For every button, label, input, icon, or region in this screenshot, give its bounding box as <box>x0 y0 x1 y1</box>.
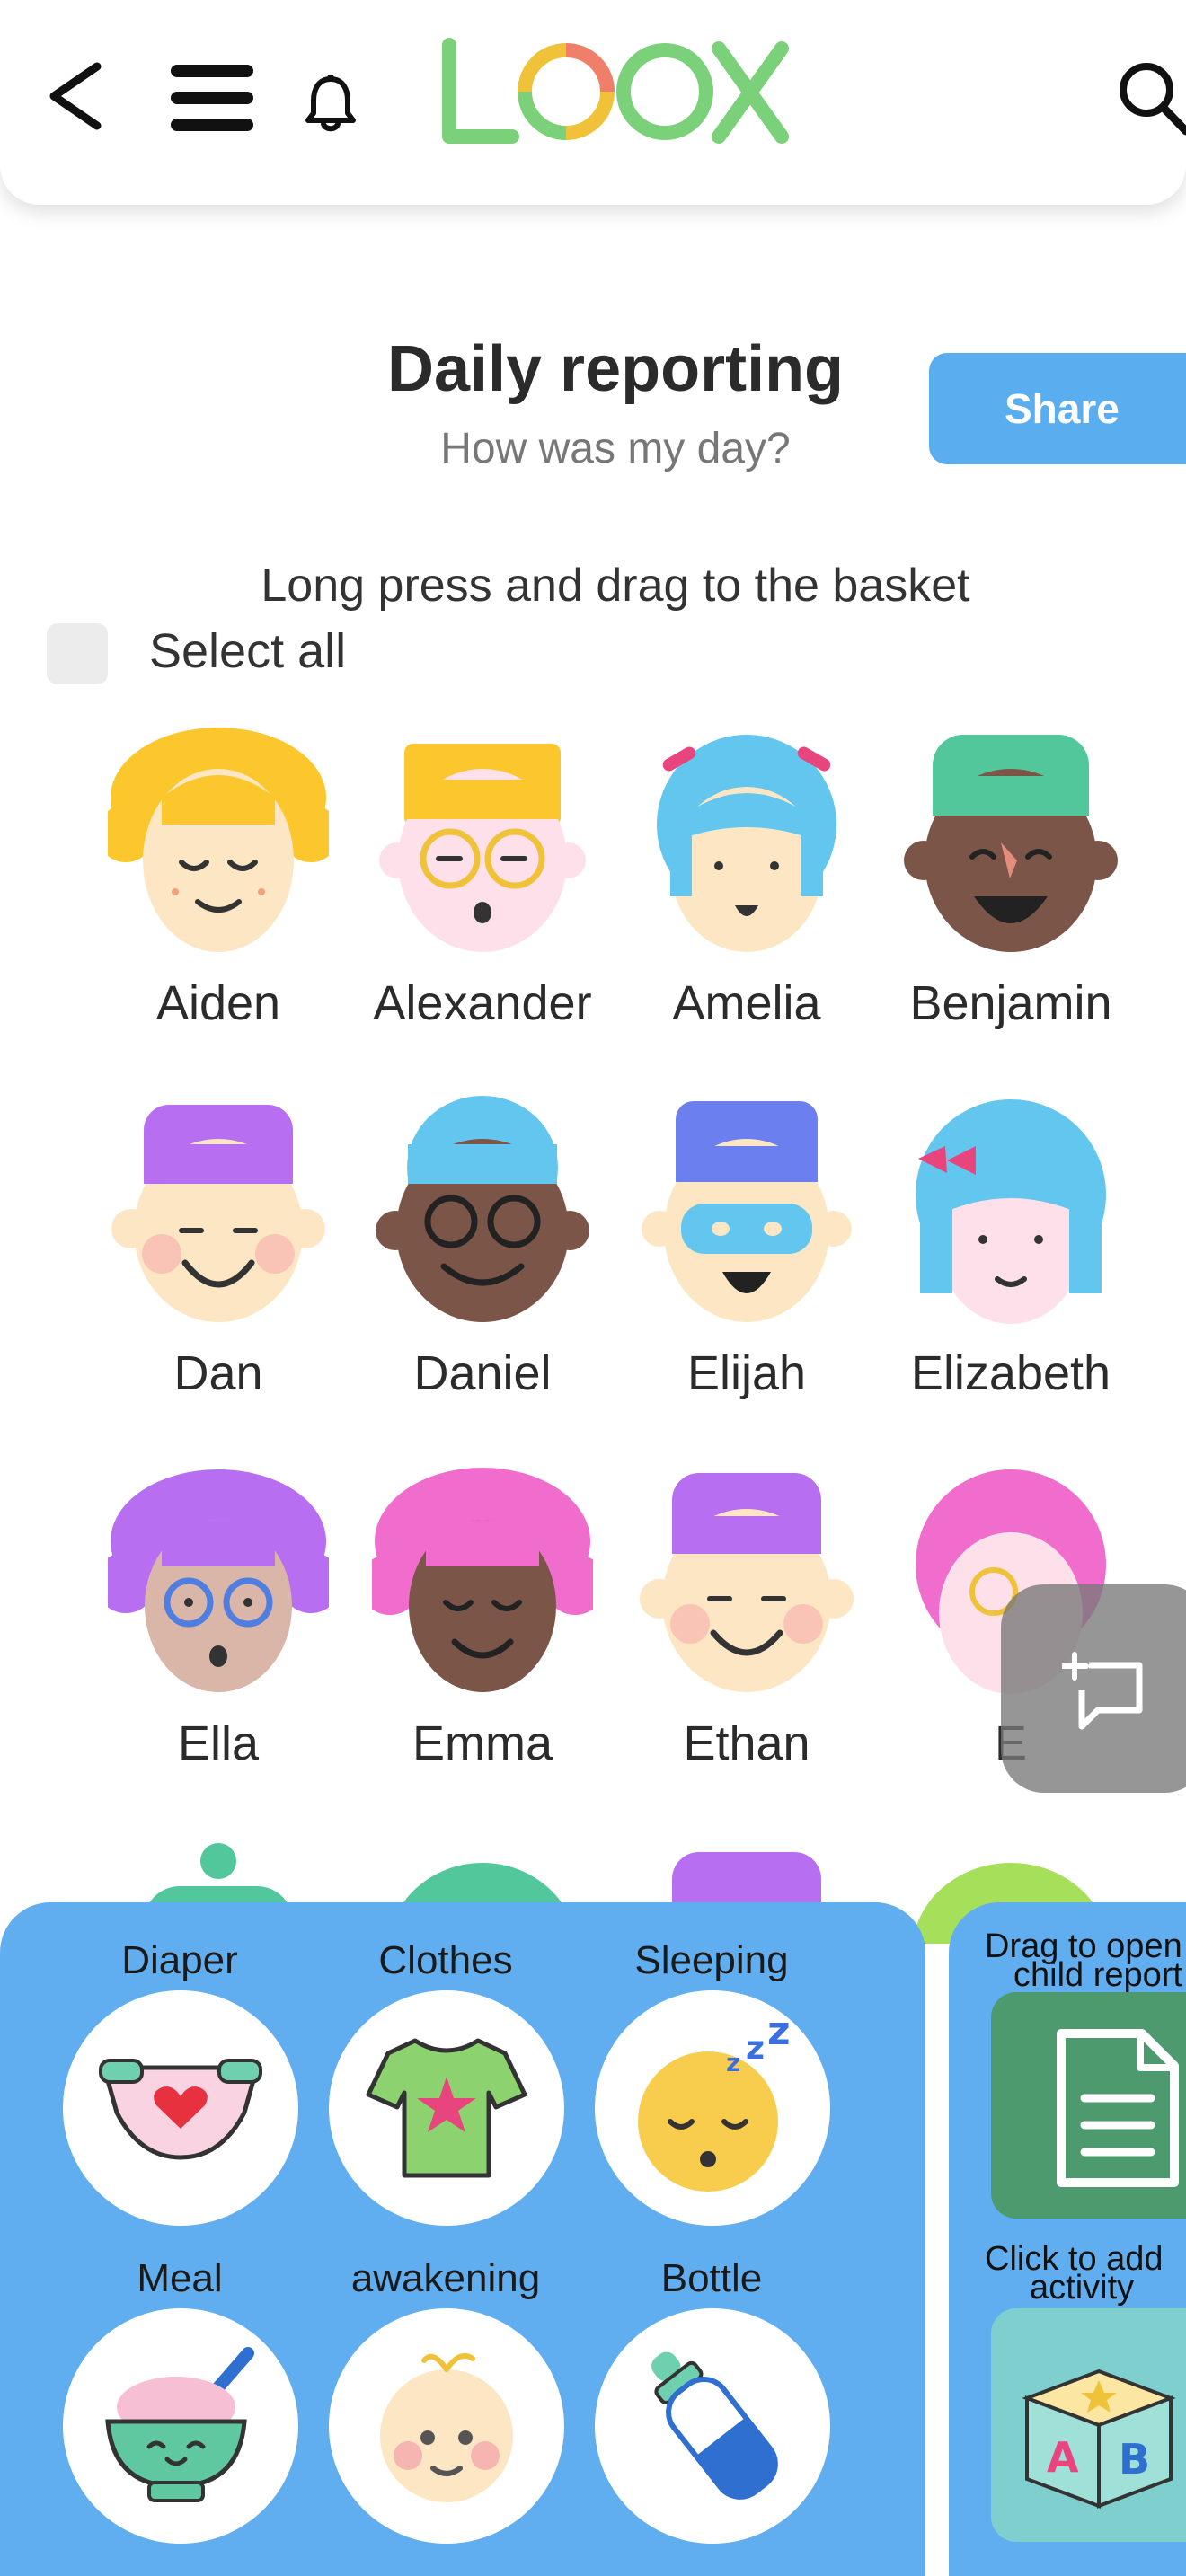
activity-sleeping[interactable]: z z z <box>595 1990 830 2226</box>
child-avatar <box>916 1099 1106 1324</box>
bell-icon[interactable] <box>302 74 359 133</box>
svg-text:A: A <box>1047 2433 1079 2482</box>
activity-label: Clothes <box>378 1938 513 1982</box>
abc-block-icon: A B <box>1022 2369 1176 2509</box>
child-name: Daniel <box>413 1346 552 1400</box>
activity-label: Diaper <box>121 1938 238 1982</box>
child-avatar <box>372 1468 593 1692</box>
child-name: Aiden <box>155 976 281 1030</box>
child-card-elizabeth[interactable]: Elizabeth <box>881 1096 1141 1446</box>
drag-instruction: Long press and drag to the basket <box>261 560 970 612</box>
baby-face-icon <box>380 2353 513 2502</box>
child-report-tile[interactable] <box>991 1992 1186 2219</box>
search-icon[interactable] <box>1112 52 1186 142</box>
svg-text:z: z <box>726 2048 740 2078</box>
sleeping-face-icon: z z z <box>638 2014 791 2192</box>
child-card-benjamin[interactable]: Benjamin <box>881 726 1141 1076</box>
activity-clothes[interactable] <box>329 1990 564 2226</box>
add-comment-icon <box>1062 1652 1143 1730</box>
child-avatar <box>640 1473 854 1692</box>
child-avatar <box>108 728 329 952</box>
activity-bottle[interactable] <box>595 2308 830 2544</box>
child-avatar <box>108 1469 329 1692</box>
child-name: Elijah <box>686 1346 807 1400</box>
child-card-alexander[interactable]: Alexander <box>352 726 613 1076</box>
document-icon <box>1057 2029 1179 2187</box>
diaper-icon <box>99 2059 262 2160</box>
activity-diaper[interactable] <box>63 1990 298 2226</box>
menu-icon[interactable] <box>171 65 257 137</box>
child-name: Elizabeth <box>910 1346 1111 1400</box>
share-button[interactable]: Share <box>929 353 1186 464</box>
svg-text:z: z <box>746 2030 765 2067</box>
child-card-ethan[interactable]: Ethan <box>616 1466 877 1816</box>
child-card-daniel[interactable]: Daniel <box>352 1096 613 1446</box>
child-card-emma[interactable]: Emma <box>352 1466 613 1816</box>
report-label-line2: child report <box>1013 1956 1182 1994</box>
add-activity-tile[interactable]: A B <box>991 2308 1186 2542</box>
page-title: Daily reporting <box>386 333 845 405</box>
loox-logo <box>440 36 791 153</box>
page-subtitle: How was my day? <box>440 425 791 472</box>
add-note-button[interactable] <box>1001 1584 1186 1793</box>
child-name: Emma <box>412 1716 553 1770</box>
back-icon[interactable] <box>45 56 108 137</box>
tshirt-icon <box>366 2038 527 2178</box>
activity-label: Meal <box>137 2256 223 2300</box>
baby-bottle-icon <box>651 2351 778 2500</box>
child-avatar <box>642 1101 852 1322</box>
child-card-aiden[interactable]: Aiden <box>88 726 349 1076</box>
activities-panel: Diaper Clothes Sleeping z z z Meal awake… <box>0 1902 925 2576</box>
child-name: Ella <box>177 1716 260 1770</box>
child-card-elijah[interactable]: Elijah <box>616 1096 877 1446</box>
activity-awakening[interactable] <box>329 2308 564 2544</box>
child-card-ella[interactable]: Ella <box>88 1466 349 1816</box>
child-card-amelia[interactable]: Amelia <box>616 726 877 1076</box>
side-tools-panel: Drag to open child report Click to add a… <box>949 1902 1186 2576</box>
add-label-line2: activity <box>1030 2269 1135 2307</box>
svg-text:B: B <box>1119 2435 1150 2483</box>
select-all-label[interactable]: Select all <box>149 623 346 679</box>
child-name: Amelia <box>672 976 821 1030</box>
select-all-checkbox[interactable] <box>47 623 108 684</box>
child-avatar <box>379 744 586 952</box>
meal-bowl-icon <box>105 2347 254 2502</box>
svg-text:z: z <box>767 2014 791 2054</box>
child-name: Dan <box>173 1346 263 1400</box>
child-name: Ethan <box>683 1716 810 1770</box>
child-avatar <box>657 735 836 952</box>
top-app-bar <box>0 0 1186 205</box>
child-avatar <box>111 1105 325 1322</box>
child-avatar <box>904 735 1118 952</box>
child-name: Benjamin <box>909 976 1112 1030</box>
activity-label: awakening <box>350 2256 541 2300</box>
child-name: Alexander <box>373 976 592 1030</box>
daily-reporting-screen: { "header": { "logo_text": "LOOX", "icon… <box>0 0 1186 2576</box>
activity-label: Sleeping <box>634 1938 789 1982</box>
child-avatar <box>376 1096 589 1322</box>
activity-meal[interactable] <box>63 2308 298 2544</box>
child-card-dan[interactable]: Dan <box>88 1096 349 1446</box>
activity-label: Bottle <box>660 2256 763 2300</box>
